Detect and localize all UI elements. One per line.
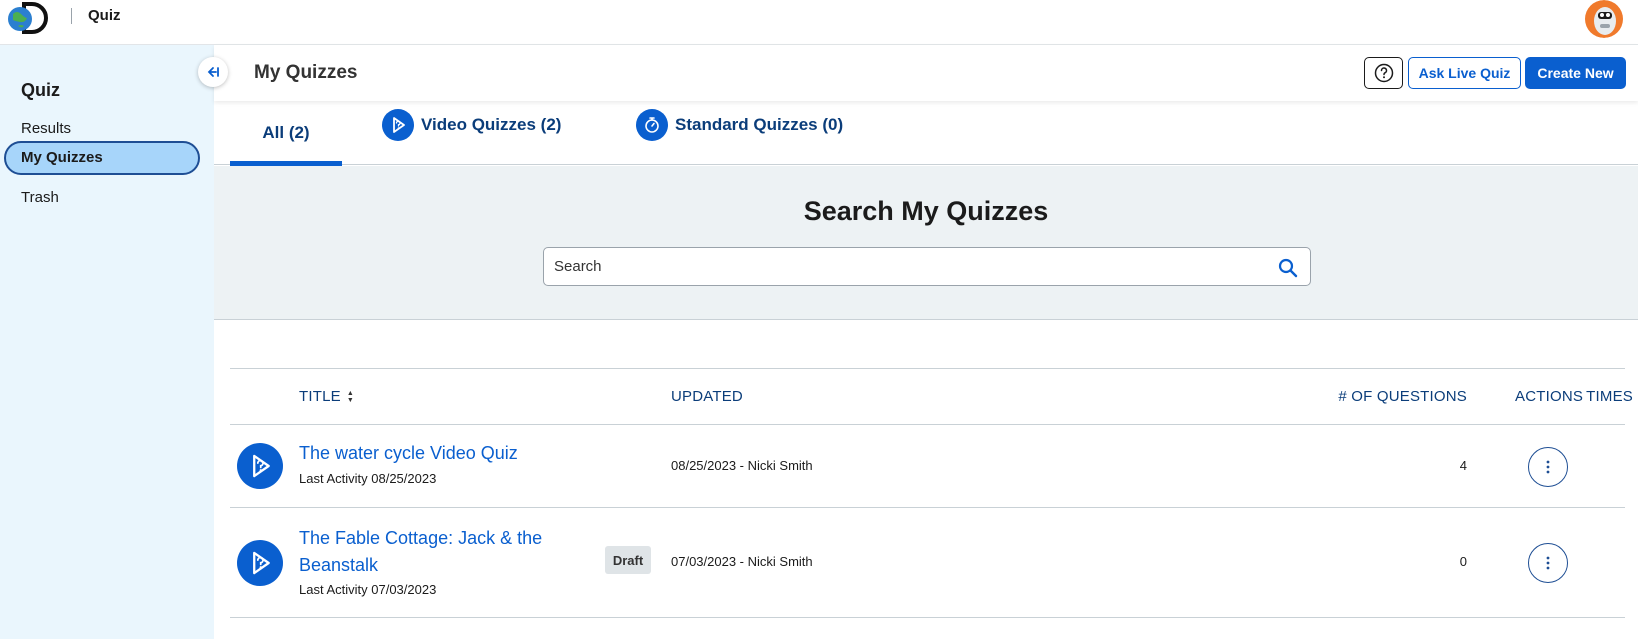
sidebar-item-trash[interactable]: Trash (4, 181, 200, 215)
collapse-sidebar-button[interactable] (198, 57, 228, 87)
create-new-button[interactable]: Create New (1525, 57, 1626, 89)
updated-cell: 07/03/2023 - Nicki Smith (671, 554, 813, 569)
tab-standard-quizzes[interactable]: Standard Quizzes (0) (636, 93, 843, 157)
sidebar-item-my-quizzes[interactable]: My Quizzes (4, 141, 200, 175)
table-header: TITLE ▲▼ UPDATED # OF QUESTIONS TIMES US… (230, 368, 1638, 425)
actions-menu-button[interactable] (1528, 447, 1568, 487)
stopwatch-icon (636, 109, 668, 141)
page-title: My Quizzes (254, 62, 358, 83)
column-updated-label: UPDATED (671, 388, 743, 405)
last-activity: Last Activity 08/25/2023 (299, 471, 437, 486)
tab-all[interactable]: All (2) (230, 101, 342, 166)
search-section: Search My Quizzes (214, 166, 1638, 320)
app-name: Quiz (88, 7, 121, 24)
actions-menu-button[interactable] (1528, 543, 1568, 583)
sidebar-title: Quiz (21, 80, 60, 100)
table-row: The water cycle Video Quiz Last Activity… (230, 425, 1625, 508)
video-quiz-icon (237, 443, 283, 489)
quiz-title-link[interactable]: The Fable Cottage: Jack & the Beanstalk (299, 525, 559, 579)
video-play-icon (382, 109, 414, 141)
search-input[interactable] (554, 248, 1264, 285)
search-box (543, 247, 1311, 286)
quiz-table: TITLE ▲▼ UPDATED # OF QUESTIONS TIMES US… (230, 368, 1638, 618)
last-activity: Last Activity 07/03/2023 (299, 582, 437, 597)
sort-icon: ▲ ▼ (346, 389, 354, 404)
quiz-tabs: All (2) Video Quizzes (2) Standard Quizz… (214, 101, 1638, 166)
draft-badge: Draft (605, 546, 651, 574)
sidebar: Quiz Results My Quizzes Trash (0, 45, 214, 639)
collapse-arrow-icon (207, 67, 219, 77)
header-divider (71, 8, 72, 24)
tab-video-quizzes[interactable]: Video Quizzes (2) (382, 93, 561, 157)
column-actions-label: ACTIONS (1515, 388, 1584, 405)
column-title-label: TITLE (299, 388, 341, 405)
column-times-used-label: TIMES USED (1586, 388, 1638, 405)
tab-video-label: Video Quizzes (2) (421, 115, 562, 134)
help-button[interactable] (1364, 57, 1403, 89)
table-row: The Fable Cottage: Jack & the Beanstalk … (230, 508, 1625, 618)
quiz-title-link[interactable]: The water cycle Video Quiz (299, 440, 659, 467)
kebab-menu-icon (1546, 460, 1550, 474)
video-quiz-icon (237, 540, 283, 586)
column-updated-header: UPDATED (671, 388, 743, 405)
user-avatar[interactable] (1584, 0, 1624, 38)
ask-live-quiz-button[interactable]: Ask Live Quiz (1408, 57, 1521, 89)
search-title: Search My Quizzes (803, 196, 1049, 226)
question-mark-icon (1374, 63, 1393, 83)
main-header: My Quizzes Ask Live Quiz Create New (214, 45, 1638, 101)
discovery-logo-icon[interactable] (4, 1, 52, 34)
search-icon[interactable] (1278, 258, 1298, 278)
top-bar: Quiz (0, 0, 1638, 45)
tab-standard-label: Standard Quizzes (0) (675, 115, 844, 134)
column-times-used-header[interactable]: TIMES USED ▲▼ (1290, 388, 1638, 405)
tab-all-label: All (2) (262, 123, 310, 142)
kebab-menu-icon (1546, 556, 1550, 570)
column-title-header[interactable]: TITLE ▲ ▼ (299, 388, 354, 405)
updated-cell: 08/25/2023 - Nicki Smith (671, 458, 813, 473)
column-actions-header: ACTIONS (1515, 388, 1583, 405)
